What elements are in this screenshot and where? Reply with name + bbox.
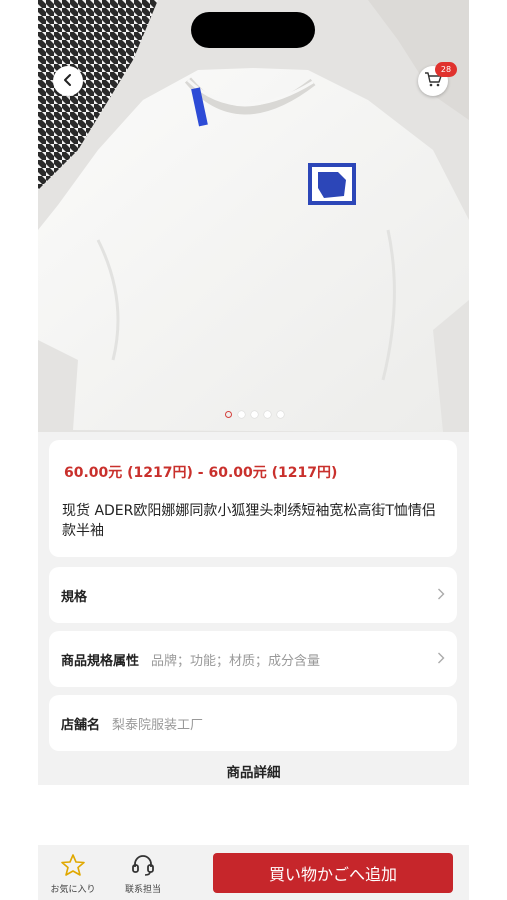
camera-notch [191,12,315,48]
headset-icon [130,855,156,881]
gallery-dot-4[interactable] [264,411,271,418]
gallery-dot-3[interactable] [251,411,258,418]
contact-label: 联系担当 [124,885,161,895]
attributes-row[interactable]: 商品規格属性 品牌；功能；材质；成分含量 [49,631,457,687]
back-button[interactable] [53,66,83,96]
chevron-right-icon [437,586,445,605]
gallery-dot-2[interactable] [238,411,245,418]
add-to-cart-button[interactable]: 買い物かごへ追加 [213,853,453,893]
chevron-right-icon [437,650,445,669]
shop-row[interactable]: 店舗名 梨泰院服装工厂 [49,695,457,751]
spec-row[interactable]: 規格 [49,567,457,623]
product-price: 60.00元 (1217円) - 60.00元 (1217円) [64,465,338,481]
details-content [38,785,469,845]
product-details-heading: 商品詳細 [226,765,281,781]
product-title: 现货 ADER欧阳娜娜同款小狐狸头刺绣短袖宽松高街T恤情侣款半袖 [62,503,436,539]
star-icon [60,854,86,881]
shop-label: 店舗名 [61,717,101,733]
contact-button[interactable]: 联系担当 [118,853,168,895]
cart-count-badge: 28 [435,62,457,77]
attributes-value: 品牌；功能；材质；成分含量 [151,653,321,669]
product-photo [38,0,469,432]
favorite-label: お気に入り [50,885,96,895]
shop-name: 梨泰院服装工厂 [112,717,204,733]
chevron-left-icon [61,72,75,91]
gallery-dot-1[interactable] [225,411,232,418]
gallery-pagination [225,411,284,418]
product-page: 28 60.00元 (1217円) - 60.00元 (1217円) 现货 AD… [38,0,469,900]
attributes-label: 商品規格属性 [61,653,140,669]
spec-label: 規格 [61,589,88,605]
product-image-gallery[interactable]: 28 [38,0,469,432]
gallery-dot-5[interactable] [277,411,284,418]
favorite-button[interactable]: お気に入り [48,853,98,895]
price-card: 60.00元 (1217円) - 60.00元 (1217円) 现货 ADER欧… [49,440,457,557]
